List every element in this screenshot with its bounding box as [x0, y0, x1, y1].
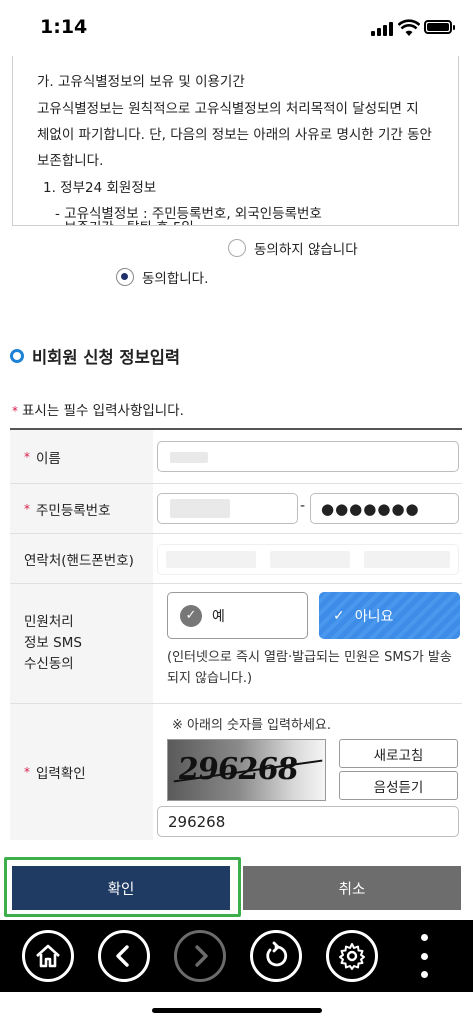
captcha-audio-button[interactable]: 음성듣기: [339, 771, 458, 800]
more-icon[interactable]: [416, 934, 432, 978]
home-indicator: [152, 1008, 322, 1013]
sms-no-label: 아니요: [354, 608, 394, 625]
confirm-button[interactable]: 확인: [12, 866, 230, 910]
required-star-icon: *: [24, 765, 30, 779]
cellular-signal-icon: [371, 22, 395, 36]
redacted-value: [364, 551, 450, 568]
refresh-icon[interactable]: [250, 930, 302, 982]
name-row: * 이름: [10, 430, 462, 484]
redacted-value: [170, 452, 208, 463]
sms-no-button[interactable]: ✓ 아니요: [319, 592, 460, 639]
terms-line: 보존합니다.: [37, 153, 104, 169]
name-label-text: 이름: [36, 450, 61, 467]
home-icon[interactable]: [22, 930, 74, 982]
agree-label: 동의합니다.: [142, 271, 209, 287]
wifi-icon: [397, 19, 421, 37]
check-icon: ✓: [180, 604, 202, 627]
captcha-row: * 입력확인 ※ 아래의 숫자를 입력하세요. 296268 새로고침 음성듣기 …: [10, 704, 462, 840]
status-bar: 1:14: [0, 0, 473, 56]
terms-line: 고유식별정보는 원칙적으로 고유식별정보의 처리목적이 달성되면 지: [37, 101, 419, 117]
radio-off-icon: [228, 239, 246, 257]
radio-on-icon: [116, 268, 134, 286]
terms-scroll-box[interactable]: 가. 고유식별정보의 보유 및 이용기간 고유식별정보는 원칙적으로 고유식별정…: [12, 56, 459, 226]
disagree-label: 동의하지 않습니다: [254, 242, 358, 258]
redacted-value: [170, 499, 230, 518]
agree-radio[interactable]: 동의합니다.: [116, 267, 208, 287]
redacted-value: [270, 551, 350, 568]
captcha-label: * 입력확인: [10, 704, 153, 840]
required-note-text: 표시는 필수 입력사항입니다.: [22, 403, 184, 419]
rrn-row: * 주민등록번호 - ●●●●●●●: [10, 484, 462, 534]
sms-consent-row: 민원처리 정보 SMS 수신동의 ✓ 예 ✓ 아니요 (인터넷으로 즉시 열람·…: [10, 584, 462, 704]
captcha-input[interactable]: 296268: [157, 806, 459, 837]
sms-label-line: 수신동의: [24, 656, 74, 672]
terms-line: 가. 고유식별정보의 보유 및 이용기간: [37, 74, 245, 90]
battery-icon: [424, 20, 455, 34]
rrn-label-text: 주민등록번호: [36, 502, 111, 519]
sms-yes-label: 예: [212, 608, 225, 625]
phone-row: 연락처(핸드폰번호): [10, 534, 462, 584]
bullet-ring-icon: [10, 349, 24, 363]
captcha-refresh-button[interactable]: 새로고침: [339, 739, 458, 768]
sms-yes-button[interactable]: ✓ 예: [167, 592, 308, 639]
captcha-instruction: ※ 아래의 숫자를 입력하세요.: [172, 718, 331, 733]
name-input[interactable]: [157, 441, 459, 472]
rrn-back-input[interactable]: ●●●●●●●: [310, 493, 459, 524]
forward-icon: [174, 930, 226, 982]
captcha-image: 296268: [167, 739, 326, 801]
required-star-icon: *: [24, 449, 30, 464]
required-note: * 표시는 필수 입력사항입니다.: [12, 399, 184, 419]
required-star-icon: *: [12, 404, 18, 418]
captcha-image-text: 296268: [176, 752, 300, 787]
status-time: 1:14: [40, 16, 88, 38]
rrn-separator: -: [300, 498, 306, 514]
disagree-radio[interactable]: 동의하지 않습니다: [228, 238, 358, 258]
form-table: * 이름 * 주민등록번호 - ●●●●●●● 연락처(핸드폰번호) 민원처리 정보…: [10, 428, 462, 840]
section-title-text: 비회원 신청 정보입력: [32, 348, 181, 367]
settings-icon[interactable]: [326, 930, 378, 982]
check-icon: ✓: [333, 607, 345, 624]
back-icon[interactable]: [98, 930, 150, 982]
name-label: * 이름: [10, 430, 153, 483]
rrn-front-input[interactable]: [157, 493, 298, 524]
browser-nav-bar: [0, 920, 473, 992]
terms-line: 1. 정부24 회원정보: [43, 180, 157, 196]
phone-label: 연락처(핸드폰번호): [10, 534, 153, 583]
section-title: 비회원 신청 정보입력: [10, 344, 180, 368]
cancel-button[interactable]: 취소: [243, 866, 461, 910]
sms-note: (인터넷으로 즉시 열람·발급되는 민원은 SMS가 발송되지 않습니다.): [167, 650, 452, 686]
redacted-value: [166, 551, 256, 568]
rrn-label: * 주민등록번호: [10, 484, 153, 533]
terms-line: 체없이 파기합니다. 단, 다음의 정보는 아래의 사유로 명시한 기간 동안: [37, 127, 432, 143]
phone-input[interactable]: [157, 544, 459, 575]
terms-line: - 보존기간 : 탈퇴 후 5일: [55, 216, 194, 225]
captcha-label-text: 입력확인: [36, 766, 86, 782]
required-star-icon: *: [24, 501, 30, 516]
